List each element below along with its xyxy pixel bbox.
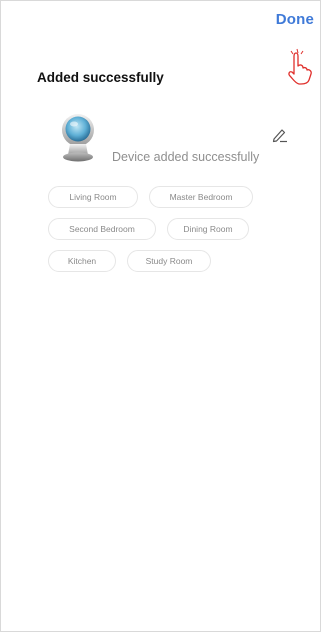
- page-title: Added successfully: [37, 70, 164, 85]
- room-chip-study-room[interactable]: Study Room: [127, 250, 211, 272]
- pointing-hand-icon: [288, 48, 312, 85]
- device-status-text: Device added successfully: [112, 150, 260, 164]
- room-chip-second-bedroom[interactable]: Second Bedroom: [48, 218, 156, 240]
- room-chip-kitchen[interactable]: Kitchen: [48, 250, 116, 272]
- app-frame: [0, 0, 321, 632]
- chip-row: Second Bedroom Dining Room: [48, 218, 314, 240]
- room-chips: Living Room Master Bedroom Second Bedroo…: [48, 186, 314, 282]
- room-chip-master-bedroom[interactable]: Master Bedroom: [149, 186, 253, 208]
- done-button[interactable]: Done: [276, 11, 314, 28]
- camera-device-icon: [62, 114, 94, 162]
- pencil-edit-icon[interactable]: [272, 127, 288, 143]
- chip-row: Kitchen Study Room: [48, 250, 314, 272]
- room-chip-living-room[interactable]: Living Room: [48, 186, 138, 208]
- room-chip-dining-room[interactable]: Dining Room: [167, 218, 249, 240]
- chip-row: Living Room Master Bedroom: [48, 186, 314, 208]
